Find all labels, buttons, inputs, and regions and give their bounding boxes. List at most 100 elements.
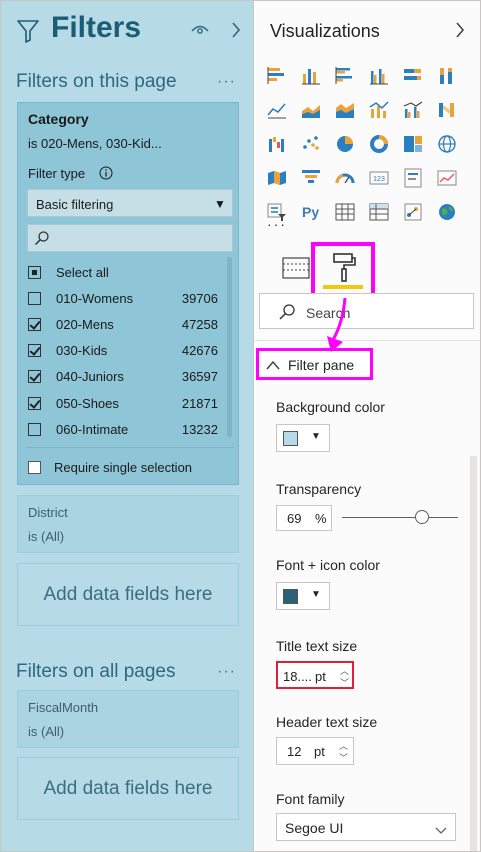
divider bbox=[27, 447, 233, 448]
background-color-swatch bbox=[283, 431, 298, 446]
key-influencers-icon[interactable] bbox=[402, 201, 424, 223]
font-family-dropdown[interactable]: Segoe UI bbox=[276, 813, 456, 841]
item-label: 020-Mens bbox=[56, 317, 114, 332]
filter-card-name: District bbox=[28, 505, 68, 520]
transparency-value: 69 bbox=[287, 511, 302, 526]
treemap-icon[interactable] bbox=[402, 133, 424, 155]
card-icon[interactable]: 123 bbox=[368, 167, 390, 189]
fields-tab-icon[interactable] bbox=[282, 256, 310, 285]
header-text-size-label: Header text size bbox=[276, 714, 378, 730]
list-item[interactable]: 060-Intimate 13232 bbox=[28, 420, 228, 440]
visualizations-title: Visualizations bbox=[270, 21, 380, 41]
header-text-size-input[interactable]: 12 pt ︿ ﹀ bbox=[276, 737, 354, 765]
format-scrollbar[interactable] bbox=[470, 456, 477, 851]
line-column-chart-icon[interactable] bbox=[368, 99, 390, 121]
list-item[interactable]: 050-Shoes 21871 bbox=[28, 394, 228, 414]
fiscalmonth-filter-card[interactable]: FiscalMonth is (All) bbox=[17, 690, 239, 748]
100-stacked-bar-chart-icon[interactable] bbox=[402, 65, 424, 87]
require-single-row[interactable]: Require single selection bbox=[28, 459, 228, 477]
100-stacked-column-chart-icon[interactable] bbox=[436, 65, 458, 87]
add-data-fields-all[interactable]: Add data fields here bbox=[17, 757, 239, 820]
item-checkbox[interactable] bbox=[28, 370, 41, 383]
pie-chart-icon[interactable] bbox=[334, 133, 356, 155]
item-checkbox[interactable] bbox=[28, 397, 41, 410]
stacked-area-chart-icon[interactable] bbox=[334, 99, 356, 121]
transparency-slider-thumb[interactable] bbox=[415, 510, 430, 524]
item-count: 36597 bbox=[181, 369, 218, 384]
collapse-filters-icon[interactable] bbox=[230, 21, 242, 44]
eye-icon[interactable] bbox=[191, 23, 209, 41]
line-clustered-column-icon[interactable] bbox=[402, 99, 424, 121]
clustered-column-chart-icon[interactable] bbox=[368, 65, 390, 87]
filter-search-input[interactable] bbox=[27, 224, 233, 252]
category-filter-card[interactable]: Category is 020-Mens, 030-Kid... Filter … bbox=[17, 102, 239, 485]
multi-row-card-icon[interactable] bbox=[402, 167, 424, 189]
kpi-icon[interactable] bbox=[436, 167, 458, 189]
search-icon bbox=[278, 303, 296, 326]
python-visual-icon[interactable]: Py bbox=[300, 201, 322, 223]
filled-map-icon[interactable] bbox=[266, 167, 288, 189]
item-label: 050-Shoes bbox=[56, 396, 119, 411]
filters-pane: Filters Filters on this page ··· Categor… bbox=[1, 1, 254, 851]
background-color-picker[interactable]: ▼ bbox=[276, 424, 330, 452]
add-data-fields-page[interactable]: Add data fields here bbox=[17, 563, 239, 626]
ribbon-chart-icon[interactable] bbox=[436, 99, 458, 121]
list-scrollbar[interactable] bbox=[227, 257, 232, 437]
clustered-bar-chart-icon[interactable] bbox=[334, 65, 356, 87]
filter-card-description: is 020-Mens, 030-Kid... bbox=[28, 136, 162, 151]
select-all-row[interactable]: Select all bbox=[28, 263, 228, 283]
line-chart-icon[interactable] bbox=[266, 99, 288, 121]
title-size-unit: pt bbox=[315, 669, 326, 684]
transparency-unit: % bbox=[315, 511, 327, 526]
list-item[interactable]: 010-Womens 39706 bbox=[28, 289, 228, 309]
item-count: 21871 bbox=[181, 396, 218, 411]
globe-icon[interactable] bbox=[436, 201, 458, 223]
list-item[interactable]: 020-Mens 47258 bbox=[28, 315, 228, 335]
item-label: 010-Womens bbox=[56, 291, 134, 306]
viz-search-input[interactable]: Search bbox=[259, 293, 474, 329]
search-icon bbox=[34, 230, 50, 251]
more-options-icon[interactable]: ··· bbox=[217, 73, 236, 91]
transparency-input[interactable]: 69 % bbox=[276, 505, 332, 531]
item-checkbox[interactable] bbox=[28, 344, 41, 357]
transparency-slider-track[interactable] bbox=[342, 517, 458, 518]
table-icon[interactable] bbox=[334, 201, 356, 223]
stacked-column-chart-icon[interactable] bbox=[300, 65, 322, 87]
donut-chart-icon[interactable] bbox=[368, 133, 390, 155]
waterfall-chart-icon[interactable] bbox=[266, 133, 288, 155]
spin-down-icon[interactable]: ﹀ bbox=[339, 751, 348, 764]
spin-down-icon[interactable]: ﹀ bbox=[340, 676, 349, 689]
select-all-checkbox[interactable] bbox=[28, 266, 41, 279]
item-checkbox[interactable] bbox=[28, 318, 41, 331]
item-checkbox[interactable] bbox=[28, 423, 41, 436]
item-label: 060-Intimate bbox=[56, 422, 129, 437]
collapse-visualizations-icon[interactable] bbox=[454, 21, 466, 44]
format-tab[interactable] bbox=[311, 242, 375, 298]
list-item[interactable]: 040-Juniors 36597 bbox=[28, 367, 228, 387]
funnel-chart-icon[interactable] bbox=[300, 167, 322, 189]
area-chart-icon[interactable] bbox=[300, 99, 322, 121]
info-icon[interactable] bbox=[99, 166, 113, 185]
item-count: 39706 bbox=[181, 291, 218, 306]
item-checkbox[interactable] bbox=[28, 292, 41, 305]
more-visuals-icon[interactable]: ··· bbox=[267, 216, 287, 232]
gauge-icon[interactable] bbox=[334, 167, 356, 189]
stacked-bar-chart-icon[interactable] bbox=[266, 65, 288, 87]
paint-roller-icon bbox=[332, 252, 356, 289]
require-single-checkbox[interactable] bbox=[28, 461, 41, 474]
map-icon[interactable] bbox=[436, 133, 458, 155]
matrix-icon[interactable] bbox=[368, 201, 390, 223]
district-filter-card[interactable]: District is (All) bbox=[17, 495, 239, 553]
font-icon-color-swatch bbox=[283, 589, 298, 604]
font-icon-color-picker[interactable]: ▼ bbox=[276, 582, 330, 610]
active-tab-indicator bbox=[323, 285, 363, 289]
visualizations-pane: Visualizations 123 Py ··· Search Filter … bbox=[255, 1, 480, 851]
scatter-chart-icon[interactable] bbox=[300, 133, 322, 155]
more-options-icon[interactable]: ··· bbox=[217, 663, 236, 681]
list-item[interactable]: 030-Kids 42676 bbox=[28, 341, 228, 361]
section-all-pages-title: Filters on all pages bbox=[16, 661, 176, 682]
filters-header: Filters bbox=[1, 1, 254, 59]
title-text-size-input[interactable]: 18.... pt ︿ ﹀ bbox=[276, 661, 354, 689]
filter-type-dropdown[interactable]: Basic filtering ▼ bbox=[27, 189, 233, 217]
filter-card-value: is (All) bbox=[28, 724, 65, 739]
